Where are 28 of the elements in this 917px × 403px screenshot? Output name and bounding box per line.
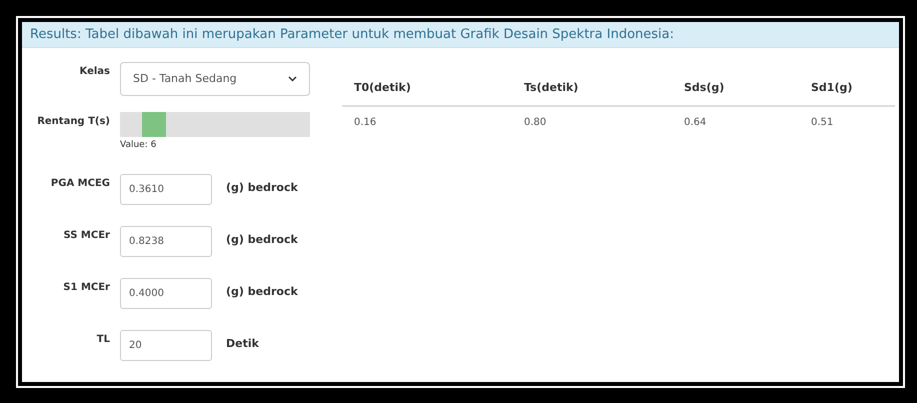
results-header: Results: Tabel dibawah ini merupakan Parameter untuk membuat Grafik Desain Spektra Indonesia: (22, 22, 899, 48)
field-label: Kelas (78, 65, 110, 79)
unit-label: (g) bedrock (226, 232, 298, 248)
unit-label: Detik (226, 336, 259, 352)
slider-thumb[interactable] (142, 112, 166, 137)
table-cell: 0.80 (512, 106, 672, 138)
column-header: Ts(detik) (512, 72, 672, 106)
table-cell: 0.16 (342, 106, 512, 138)
field-label: SS MCEr (62, 229, 110, 243)
number-field[interactable]: 0.3610 (120, 174, 212, 205)
range-slider[interactable] (120, 112, 310, 137)
field-label: PGA MCEG (50, 177, 110, 191)
chevron-down-icon (288, 76, 297, 82)
class-dropdown[interactable]: SD - Tanah Sedang (120, 62, 310, 96)
unit-label: (g) bedrock (226, 180, 298, 196)
column-header: T0(detik) (342, 72, 512, 106)
number-field[interactable]: 0.4000 (120, 278, 212, 309)
column-header: Sds(g) (672, 72, 799, 106)
number-field[interactable]: 0.8238 (120, 226, 212, 257)
unit-label: (g) bedrock (226, 284, 298, 300)
number-field[interactable]: 20 (120, 330, 212, 361)
field-label: TL (96, 333, 110, 347)
table-cell: 0.64 (672, 106, 799, 138)
field-label: Rentang T(s) (36, 115, 110, 129)
column-header: Sd1(g) (799, 72, 895, 106)
slider-value: Value: 6 (120, 139, 158, 152)
table-cell: 0.51 (799, 106, 895, 138)
field-label: S1 MCEr (62, 281, 110, 295)
